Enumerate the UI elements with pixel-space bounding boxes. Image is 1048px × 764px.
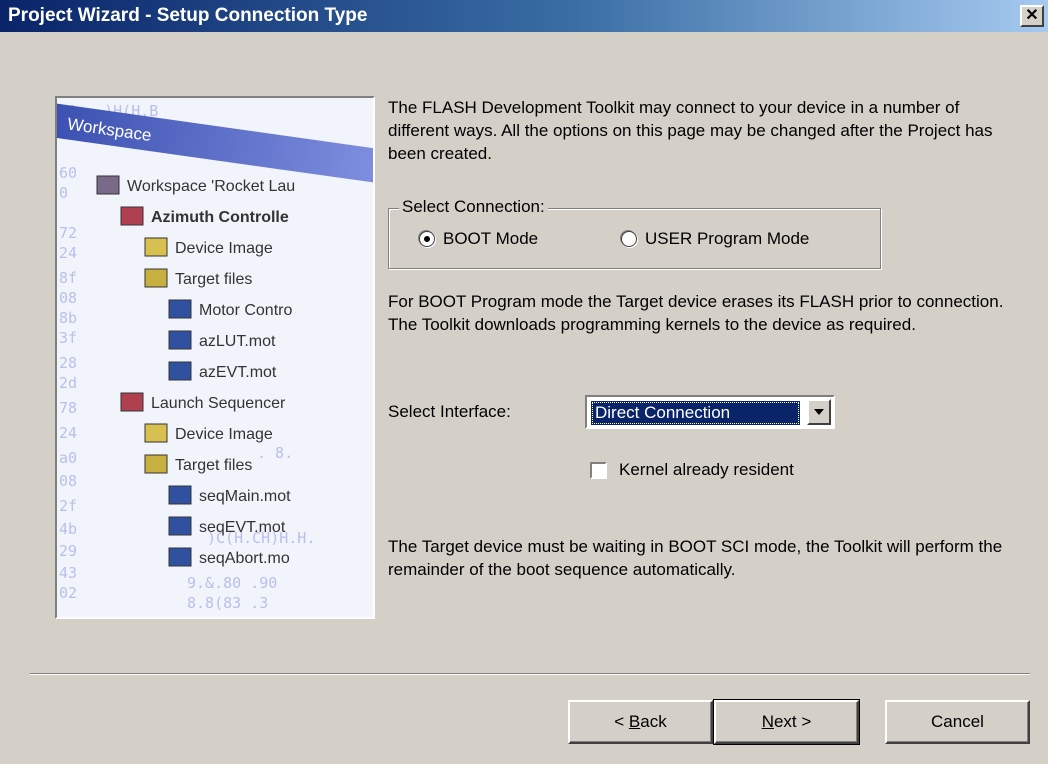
svg-text:8f: 8f	[59, 269, 77, 287]
svg-text:9.&.80 .90: 9.&.80 .90	[187, 574, 277, 592]
user-program-mode-radio[interactable]: USER Program Mode	[621, 229, 809, 249]
wizard-sidebar-image: 40 . )H(H.B 60 0 72 24 8f 08 8b 3f 28 2d…	[55, 96, 375, 619]
svg-text:2f: 2f	[59, 497, 77, 515]
tree-item-label: Target files	[175, 271, 252, 288]
boot-description: For BOOT Program mode the Target device …	[388, 292, 1004, 334]
svg-text:0: 0	[59, 184, 68, 202]
kernel-resident-label: Kernel already resident	[619, 460, 794, 479]
tree-item-label: Motor Contro	[199, 302, 292, 319]
next-rest: ext >	[773, 712, 812, 731]
connection-groupbox: Select Connection: BOOT Mode USER Progra…	[388, 197, 881, 269]
svg-text:02: 02	[59, 584, 77, 602]
folder-open-icon	[144, 268, 168, 288]
svg-text:72: 72	[59, 224, 77, 242]
dropdown-arrow-button[interactable]	[807, 399, 831, 425]
tree-item-label: Launch Sequencer	[151, 395, 286, 412]
svg-text:08: 08	[59, 472, 77, 490]
s-file-icon	[168, 299, 192, 319]
footer-separator	[30, 673, 1030, 675]
tree-item-label: seqAbort.mo	[199, 550, 290, 567]
workspace-icon	[96, 175, 120, 195]
svg-text:a0: a0	[59, 449, 77, 467]
checkbox-box[interactable]	[590, 461, 607, 479]
chevron-down-icon	[814, 409, 824, 415]
next-button[interactable]: Next >	[713, 699, 860, 745]
tree-item-label: seqEVT.mot	[199, 519, 286, 536]
tree-item-label: Workspace 'Rocket Lau	[127, 178, 295, 195]
svg-text:4b: 4b	[59, 520, 77, 538]
cancel-button[interactable]: Cancel	[885, 700, 1030, 744]
workspace-illustration: 40 . )H(H.B 60 0 72 24 8f 08 8b 3f 28 2d…	[57, 98, 373, 617]
svg-text:28: 28	[59, 354, 77, 372]
kernel-resident-checkbox[interactable]: Kernel already resident	[590, 460, 794, 480]
back-mnemonic: B	[628, 712, 641, 731]
folder-icon	[144, 237, 168, 257]
s-file-icon	[168, 547, 192, 567]
s-file-icon	[168, 485, 192, 505]
project-icon	[120, 392, 144, 412]
tree-item-label: Azimuth Controlle	[151, 209, 289, 226]
tree-item-label: azLUT.mot	[199, 333, 276, 350]
svg-text:24: 24	[59, 244, 77, 262]
cancel-label: Cancel	[931, 712, 984, 731]
back-button[interactable]: < Back	[568, 700, 713, 744]
svg-text:. 8.: . 8.	[257, 444, 293, 462]
interface-select[interactable]: Direct Connection	[585, 395, 835, 429]
project-icon	[120, 206, 144, 226]
user-program-mode-label: USER Program Mode	[645, 229, 810, 248]
svg-text:78: 78	[59, 399, 77, 417]
back-prefix: <	[614, 712, 629, 731]
interface-label: Select Interface:	[388, 402, 511, 421]
connection-legend: Select Connection:	[399, 197, 548, 217]
svg-text:2d: 2d	[59, 374, 77, 392]
boot-mode-label: BOOT Mode	[443, 229, 539, 248]
svg-text:29: 29	[59, 542, 77, 560]
folder-icon	[144, 423, 168, 443]
radio-checked-icon	[419, 231, 435, 247]
tree-item-label: azEVT.mot	[199, 364, 277, 381]
close-icon: ✕	[1025, 7, 1039, 24]
window-title-bar[interactable]: Project Wizard - Setup Connection Type ✕	[0, 0, 1048, 32]
svg-text:3f: 3f	[59, 329, 77, 347]
svg-text:8.8(83 .3: 8.8(83 .3	[187, 594, 268, 612]
radio-unchecked-icon	[621, 231, 637, 247]
boot-mode-radio[interactable]: BOOT Mode	[419, 229, 538, 249]
tree-item-label: Device Image	[175, 426, 273, 443]
boot-note: The Target device must be waiting in BOO…	[388, 537, 1003, 579]
svg-text:43: 43	[59, 564, 77, 582]
s-file-icon	[168, 330, 192, 350]
folder-open-icon	[144, 454, 168, 474]
s-file-icon	[168, 516, 192, 536]
next-mnemonic: N	[761, 712, 774, 731]
tree-item-label: Target files	[175, 457, 252, 474]
svg-text:60: 60	[59, 164, 77, 182]
tree-item-label: Device Image	[175, 240, 273, 257]
svg-text:8b: 8b	[59, 309, 77, 327]
intro-text: The FLASH Development Toolkit may connec…	[388, 98, 993, 163]
svg-text:08: 08	[59, 289, 77, 307]
interface-selected-value: Direct Connection	[591, 401, 800, 425]
tree-item-label: seqMain.mot	[199, 488, 291, 505]
svg-text:24: 24	[59, 424, 77, 442]
s-file-icon	[168, 361, 192, 381]
back-rest: ack	[640, 712, 667, 731]
close-button[interactable]: ✕	[1020, 5, 1044, 27]
window-title: Project Wizard - Setup Connection Type	[8, 5, 368, 26]
